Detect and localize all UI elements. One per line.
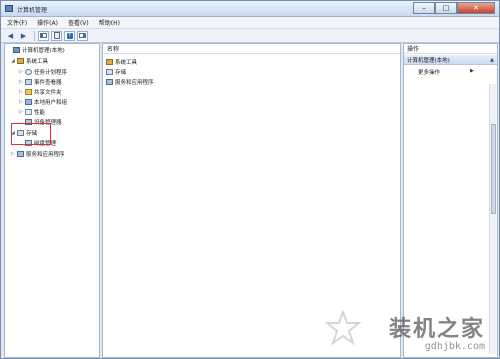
tree-item-label: 计算机管理(本地) [22, 48, 65, 54]
tree-item-shared-folders[interactable]: ▷ 共享文件夹 [19, 88, 62, 96]
event-viewer-icon [25, 79, 32, 85]
tree-item-label: 任务计划程序 [34, 70, 68, 76]
list-item-storage[interactable]: 存储 [106, 68, 126, 76]
tree-item-computer-management[interactable]: 计算机管理(本地) [7, 46, 65, 54]
tools-icon [106, 59, 113, 65]
actions-header: 操作 [404, 44, 497, 54]
tree-item-label: 系统工具 [26, 59, 49, 65]
scrollbar-thumb[interactable] [491, 124, 496, 214]
menu-help[interactable]: 帮助(H) [99, 18, 120, 27]
expand-icon[interactable]: ▷ [19, 99, 24, 105]
highlight-box [11, 123, 51, 145]
users-icon [25, 99, 32, 105]
services-icon [17, 151, 24, 157]
expand-icon[interactable]: ▷ [19, 109, 24, 115]
more-actions-item[interactable]: 更多操作 ▶ [418, 68, 474, 76]
properties-icon [53, 32, 60, 39]
list-item-label: 系统工具 [115, 60, 138, 66]
column-header-name[interactable]: 名称 [103, 44, 400, 54]
clock-icon [25, 69, 32, 75]
folder-icon [25, 89, 32, 95]
minimize-button[interactable]: – [413, 2, 435, 14]
tree-item-label: 服务和应用程序 [26, 152, 65, 158]
actions-scrollbar[interactable] [489, 84, 496, 354]
show-action-pane-button[interactable] [77, 30, 88, 41]
tree-item-event-viewer[interactable]: ▷ 事件查看器 [19, 78, 62, 86]
list-item-label: 服务和应用程序 [115, 80, 154, 86]
properties-button[interactable] [51, 30, 62, 41]
tree-item-task-scheduler[interactable]: ▷ 任务计划程序 [19, 68, 67, 76]
forward-button[interactable]: ▶ [18, 31, 29, 41]
tree-item-system-tools[interactable]: ◢ 系统工具 [11, 57, 48, 65]
action-pane-icon [79, 33, 86, 38]
tree-item-label: 性能 [34, 110, 46, 116]
actions-group-label: 计算机管理(本地) [407, 57, 450, 64]
actions-header-label: 操作 [407, 46, 420, 53]
menu-file[interactable]: 文件(F) [7, 18, 27, 27]
tree-item-label: 本地用户和组 [34, 100, 68, 106]
list-item-services-applications[interactable]: 服务和应用程序 [106, 78, 154, 86]
toolbar: ◀ ▶ ? [1, 29, 499, 43]
column-header-label: 名称 [107, 46, 120, 53]
tools-icon [17, 58, 24, 64]
more-actions-label: 更多操作 [418, 70, 441, 76]
performance-icon [25, 109, 32, 115]
collapse-caret-icon[interactable]: ▲ [490, 57, 494, 63]
help-icon: ? [66, 32, 73, 39]
title-bar[interactable]: 计算机管理 – □ ✕ [1, 1, 499, 17]
storage-icon [106, 69, 113, 75]
watermark-brand: 装机之家 [388, 316, 485, 342]
watermark: 装机之家 gdhjbk.com [389, 311, 485, 352]
console-tree-pane[interactable]: 计算机管理(本地) ◢ 系统工具 ▷ 任务计划程序 ▷ 事件查看器 ▷ 共享文件… [4, 43, 100, 358]
maximize-button[interactable]: □ [435, 2, 457, 14]
expand-icon[interactable]: ▷ [19, 79, 24, 85]
console-tree-icon [40, 33, 47, 38]
actions-group-computer-management[interactable]: 计算机管理(本地) ▲ [404, 55, 497, 65]
menu-view[interactable]: 查看(V) [68, 18, 89, 27]
tree-item-services-applications[interactable]: ▷ 服务和应用程序 [11, 150, 65, 158]
close-button[interactable]: ✕ [457, 2, 495, 14]
window-controls: – □ ✕ [413, 2, 495, 15]
expand-icon[interactable]: ▷ [11, 151, 16, 157]
watermark-url: gdhjbk.com [424, 341, 485, 352]
show-hide-tree-button[interactable] [38, 30, 49, 41]
collapse-icon[interactable]: ◢ [11, 58, 16, 64]
list-item-label: 存储 [115, 70, 127, 76]
computer-management-icon [5, 5, 13, 12]
computer-icon [13, 47, 20, 53]
list-item-system-tools[interactable]: 系统工具 [106, 58, 137, 66]
tree-item-label: 事件查看器 [34, 80, 62, 86]
window-title: 计算机管理 [17, 7, 48, 14]
toolbar-separator [34, 30, 35, 41]
menu-bar: 文件(F) 操作(A) 查看(V) 帮助(H) [1, 17, 499, 29]
help-button[interactable]: ? [64, 30, 75, 41]
expand-icon[interactable]: ▷ [19, 69, 24, 75]
tree-item-local-users-groups[interactable]: ▷ 本地用户和组 [19, 98, 67, 106]
tree-item-performance[interactable]: ▷ 性能 [19, 108, 45, 116]
computer-management-window: 计算机管理 – □ ✕ 文件(F) 操作(A) 查看(V) 帮助(H) ◀ ▶ … [0, 0, 500, 359]
submenu-arrow-icon: ▶ [470, 68, 474, 74]
back-button[interactable]: ◀ [5, 31, 16, 41]
expand-icon[interactable]: ▷ [19, 89, 24, 95]
tree-item-label: 共享文件夹 [34, 90, 62, 96]
services-icon [106, 79, 113, 85]
menu-action[interactable]: 操作(A) [37, 18, 58, 27]
watermark-star-icon [325, 310, 361, 346]
